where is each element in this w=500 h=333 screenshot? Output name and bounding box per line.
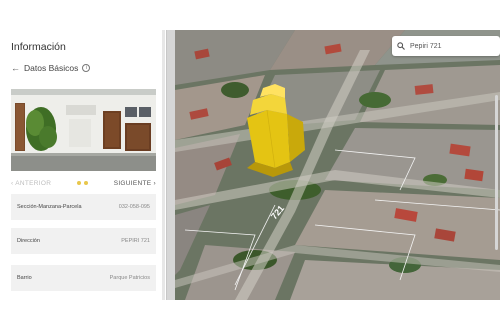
panel-resize-handle[interactable] — [166, 30, 175, 300]
info-icon[interactable]: i — [82, 64, 91, 72]
section-title: Datos Básicos — [24, 63, 79, 73]
photo-carousel-nav: ‹ ANTERIOR SIGUIENTE › — [11, 176, 156, 190]
next-button[interactable]: SIGUIENTE › — [114, 180, 156, 187]
row-value: Parque Patricios — [109, 275, 150, 281]
row-label: Dirección — [17, 238, 40, 244]
panel-scrollbar[interactable] — [162, 30, 165, 300]
row-label: Sección-Manzana-Parcela — [17, 204, 82, 210]
row-value: 032-058-095 — [118, 204, 150, 210]
prev-button[interactable]: ‹ ANTERIOR — [11, 180, 51, 187]
row-direccion: Dirección PEPIRI 721 — [11, 228, 156, 254]
info-panel: Información ← Datos Básicos i ‹ ANTERIOR… — [0, 30, 166, 300]
search-icon — [397, 42, 405, 50]
row-label: Barrio — [17, 275, 32, 281]
row-barrio: Barrio Parque Patricios — [11, 265, 156, 291]
map-scrollbar[interactable] — [495, 95, 498, 250]
row-value: PEPIRI 721 — [121, 238, 150, 244]
search-box[interactable]: Pepiri 721 — [392, 36, 500, 56]
row-smp: Sección-Manzana-Parcela 032-058-095 — [11, 194, 156, 220]
map-view[interactable]: 721 — [175, 30, 500, 300]
panel-subheader: ← Datos Básicos i — [11, 63, 91, 73]
prev-label: ANTERIOR — [15, 179, 52, 187]
carousel-dot[interactable] — [83, 181, 88, 185]
search-input[interactable]: Pepiri 721 — [410, 43, 442, 50]
arrow-left-icon[interactable]: ← — [11, 63, 20, 73]
panel-title: Información — [11, 41, 66, 53]
chevron-right-icon: › — [153, 179, 156, 187]
building-photo — [11, 89, 156, 171]
carousel-dots — [76, 181, 88, 185]
chevron-left-icon: ‹ — [11, 179, 14, 187]
next-label: SIGUIENTE — [113, 179, 152, 187]
carousel-dot[interactable] — [76, 181, 81, 185]
